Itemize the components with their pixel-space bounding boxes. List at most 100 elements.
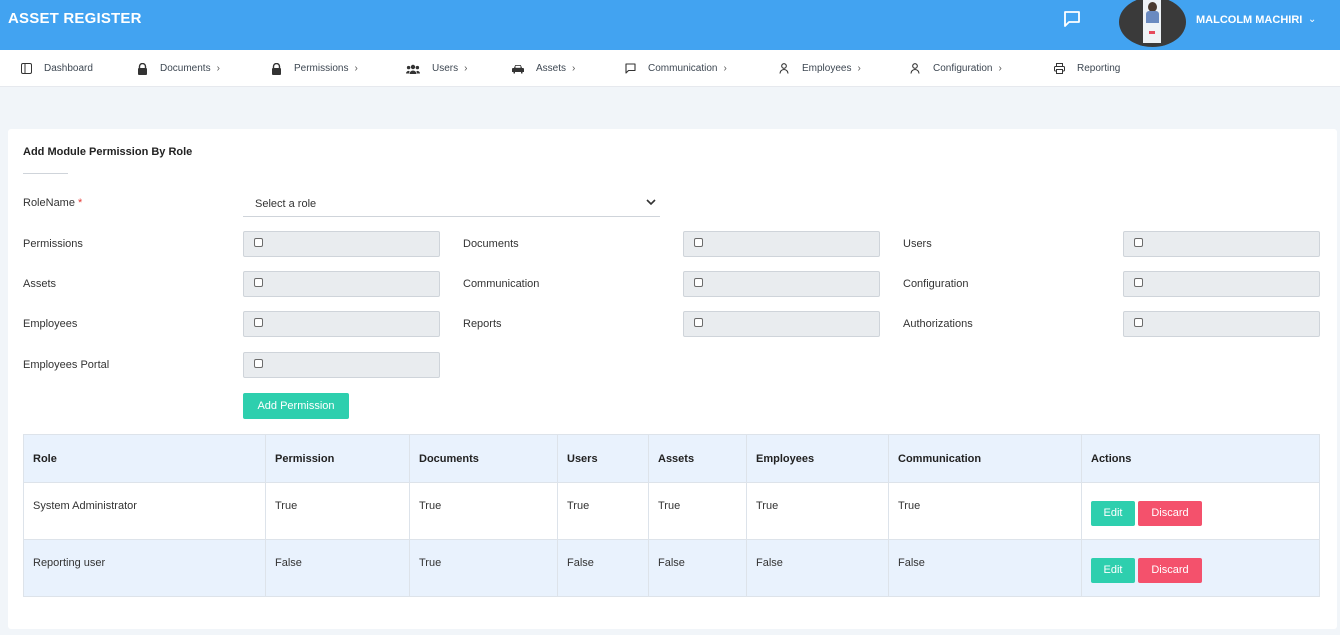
label-configuration: Configuration: [903, 278, 969, 290]
cell-users: False: [557, 539, 649, 597]
cell-role: System Administrator: [23, 482, 266, 540]
user-icon: [909, 63, 921, 75]
cell-actions: Edit Discard: [1081, 482, 1320, 540]
employees-checkbox[interactable]: [254, 318, 263, 327]
assets-checkbox[interactable]: [254, 278, 263, 287]
lock-icon: [136, 62, 148, 75]
lock-icon: [270, 62, 282, 75]
col-header-permission: Permission: [265, 434, 410, 483]
label-assets: Assets: [23, 278, 57, 290]
cell-employees: True: [746, 482, 889, 540]
user-icon: [778, 63, 790, 75]
label-permissions: Permissions: [23, 238, 83, 250]
authorizations-field: [1123, 311, 1320, 337]
reports-field: [683, 311, 880, 337]
nav-label: Reporting: [1077, 63, 1121, 74]
cell-assets: True: [648, 482, 747, 540]
nav-item-communication[interactable]: Communication ›: [624, 50, 727, 87]
communication-checkbox[interactable]: [694, 278, 703, 287]
permissions-checkbox[interactable]: [254, 238, 263, 247]
authorizations-checkbox[interactable]: [1134, 318, 1143, 327]
col-header-documents: Documents: [409, 434, 558, 483]
chevron-right-icon: ›: [572, 63, 576, 74]
col-header-actions: Actions: [1081, 434, 1320, 483]
label-reports: Reports: [463, 318, 502, 330]
required-mark: *: [78, 197, 83, 209]
nav-label: Employees: [802, 63, 852, 74]
label-users: Users: [903, 238, 932, 250]
nav-label: Users: [432, 63, 459, 74]
employees-portal-checkbox[interactable]: [254, 359, 263, 368]
cell-permission: False: [265, 539, 410, 597]
message-square-icon: [624, 63, 636, 75]
nav-item-documents[interactable]: Documents ›: [136, 50, 220, 87]
col-header-role: Role: [23, 434, 266, 483]
nav-label: Configuration: [933, 63, 993, 74]
col-header-assets: Assets: [648, 434, 747, 483]
documents-checkbox[interactable]: [694, 238, 703, 247]
chevron-right-icon: ›: [464, 63, 468, 74]
users-checkbox[interactable]: [1134, 238, 1143, 247]
cell-documents: True: [409, 482, 558, 540]
table-row: Reporting user False True False False Fa…: [23, 539, 1320, 597]
chevron-right-icon: ›: [998, 63, 1002, 74]
users-field: [1123, 231, 1320, 257]
cell-actions: Edit Discard: [1081, 539, 1320, 597]
username[interactable]: MALCOLM MACHIRI: [1196, 14, 1302, 26]
car-icon: [512, 63, 524, 75]
nav-item-users[interactable]: Users ›: [406, 50, 467, 87]
reports-checkbox[interactable]: [694, 318, 703, 327]
chevron-down-icon: [646, 197, 656, 207]
title-divider: [23, 173, 68, 174]
discard-button[interactable]: Discard: [1138, 500, 1202, 526]
label-communication: Communication: [463, 278, 540, 290]
edit-button[interactable]: Edit: [1091, 500, 1135, 526]
chevron-right-icon: ›: [723, 63, 727, 74]
col-header-employees: Employees: [746, 434, 889, 483]
table-row: System Administrator True True True True…: [23, 482, 1320, 540]
label-employees: Employees: [23, 318, 78, 330]
cell-communication: True: [888, 482, 1082, 540]
avatar[interactable]: [1119, 0, 1186, 47]
discard-button[interactable]: Discard: [1138, 557, 1202, 583]
permissions-table: Role Permission Documents Users Assets E…: [23, 434, 1320, 597]
chevron-down-icon[interactable]: ⌄: [1308, 14, 1316, 25]
nav-label: Dashboard: [44, 63, 93, 74]
cell-employees: False: [746, 539, 889, 597]
nav-item-reporting[interactable]: Reporting: [1053, 50, 1120, 87]
role-select[interactable]: Select a role: [243, 189, 660, 217]
add-permission-button[interactable]: Add Permission: [243, 393, 349, 419]
role-select-value: Select a role: [255, 198, 317, 210]
chevron-right-icon: ›: [857, 63, 861, 74]
configuration-checkbox[interactable]: [1134, 278, 1143, 287]
nav-label: Communication: [648, 63, 718, 74]
documents-field: [683, 231, 880, 257]
nav-item-dashboard[interactable]: Dashboard: [20, 50, 93, 87]
permission-card: Add Module Permission By Role RoleName *…: [8, 129, 1337, 629]
permissions-field: [243, 231, 440, 257]
nav-label: Documents: [160, 63, 211, 74]
chevron-right-icon: ›: [354, 63, 358, 74]
nav-label: Permissions: [294, 63, 349, 74]
employees-portal-field: [243, 352, 440, 378]
table-header-row: Role Permission Documents Users Assets E…: [23, 434, 1320, 483]
nav-item-assets[interactable]: Assets ›: [512, 50, 575, 87]
nav-item-permissions[interactable]: Permissions ›: [270, 50, 358, 87]
cell-permission: True: [265, 482, 410, 540]
cell-communication: False: [888, 539, 1082, 597]
app-title[interactable]: ASSET REGISTER: [8, 10, 142, 27]
chat-icon[interactable]: [1062, 9, 1082, 29]
communication-field: [683, 271, 880, 297]
employees-field: [243, 311, 440, 337]
cell-users: True: [557, 482, 649, 540]
label-documents: Documents: [463, 238, 519, 250]
chevron-right-icon: ›: [216, 63, 220, 74]
cell-role: Reporting user: [23, 539, 266, 597]
top-bar: ASSET REGISTER MALCOLM MACHIRI ⌄: [0, 0, 1340, 50]
cell-documents: True: [409, 539, 558, 597]
col-header-users: Users: [557, 434, 649, 483]
edit-button[interactable]: Edit: [1091, 557, 1135, 583]
label-employees-portal: Employees Portal: [23, 359, 110, 371]
nav-item-configuration[interactable]: Configuration ›: [909, 50, 1002, 87]
nav-item-employees[interactable]: Employees ›: [778, 50, 861, 87]
